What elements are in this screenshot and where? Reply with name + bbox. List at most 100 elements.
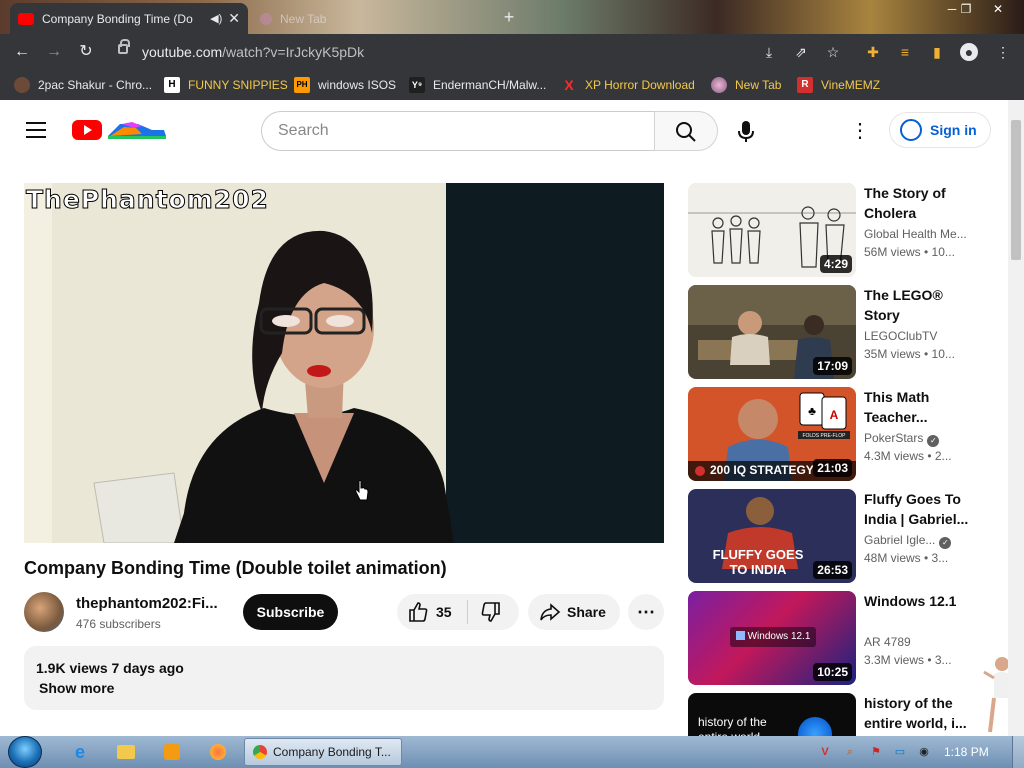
tray-v-icon[interactable]: V: [817, 744, 833, 760]
subscribe-button[interactable]: Subscribe: [243, 594, 338, 630]
start-button[interactable]: [8, 736, 42, 768]
recommendation-meta: 48M views • 3...: [864, 551, 949, 565]
scrollbar-thumb[interactable]: [1011, 120, 1021, 260]
video-title: Company Bonding Time (Double toilet anim…: [24, 558, 447, 578]
recommendation-item[interactable]: FLUFFY GOES TO INDIA 26:53 Fluffy Goes T…: [688, 489, 988, 583]
thumbs-up-icon[interactable]: [407, 601, 429, 623]
description-box[interactable]: 1.9K views 7 days ago Show more: [24, 646, 664, 710]
thumbnail-caption: history of the entire world: [698, 715, 767, 736]
recommendation-title[interactable]: Windows 12.1: [864, 591, 974, 611]
search-button[interactable]: [654, 111, 718, 151]
bookmarks-bar: 2pac Shakur - Chro... H FUNNY SNIPPIES P…: [0, 70, 1024, 100]
like-divider: [467, 600, 468, 624]
page-scrollbar[interactable]: [1008, 100, 1024, 736]
tray-volume-icon[interactable]: ◉: [916, 744, 932, 760]
show-more-link[interactable]: Show more: [39, 680, 114, 696]
recommendation-channel[interactable]: Gabriel Igle... ✓: [864, 533, 974, 549]
recommendation-channel[interactable]: Global Health Me...: [864, 227, 974, 241]
video-thumbnail[interactable]: 4:29: [688, 183, 856, 277]
media-controls-icon[interactable]: ≡: [896, 43, 914, 61]
video-thumbnail[interactable]: history of the entire world: [688, 693, 856, 736]
video-thumbnail[interactable]: FLUFFY GOES TO INDIA 26:53: [688, 489, 856, 583]
window-close-icon[interactable]: ✕: [984, 0, 1012, 18]
recommendation-item[interactable]: 4:29 The Story of Cholera Global Health …: [688, 183, 988, 277]
video-thumbnail[interactable]: ♣ A FOLDS PRE-FLOP 200 IQ STRATEGY 21:03: [688, 387, 856, 481]
close-tab-icon[interactable]: ✕: [228, 10, 240, 27]
tray-monitor-icon[interactable]: ▭: [892, 744, 908, 760]
new-tab-plus-icon[interactable]: +: [498, 6, 520, 28]
bookmark-funny-snippies[interactable]: H FUNNY SNIPPIES: [164, 76, 288, 94]
recommendation-item[interactable]: ♣ A FOLDS PRE-FLOP 200 IQ STRATEGY 21:03…: [688, 387, 988, 481]
chrome-menu-icon[interactable]: ⋮: [994, 43, 1012, 61]
profile-avatar-icon[interactable]: ●: [960, 43, 978, 61]
voice-search-button[interactable]: [728, 113, 764, 149]
recommendation-meta: 35M views • 10...: [864, 347, 955, 361]
share-page-icon[interactable]: ⇗: [792, 43, 810, 61]
sign-in-label: Sign in: [930, 122, 977, 138]
youtube-logo[interactable]: [72, 118, 168, 142]
media-player-icon[interactable]: [152, 739, 192, 765]
channel-avatar[interactable]: [24, 592, 64, 632]
restore-icon[interactable]: ❐: [952, 0, 980, 18]
tupac-icon: [14, 77, 30, 93]
video-thumbnail[interactable]: Windows 12.1 10:25: [688, 591, 856, 685]
bookmark-label: New Tab: [735, 78, 782, 92]
recommendation-channel[interactable]: LEGOClubTV: [864, 329, 974, 343]
search-input[interactable]: Search: [261, 111, 655, 151]
recommendation-meta: 3.3M views • 3...: [864, 653, 952, 667]
side-panel-icon[interactable]: ▮: [928, 43, 946, 61]
forward-arrow-icon[interactable]: →: [44, 42, 64, 62]
file-explorer-icon[interactable]: [106, 739, 146, 765]
share-arrow-icon: [540, 603, 561, 621]
recommendation-title[interactable]: The LEGO® Story: [864, 285, 974, 325]
back-arrow-icon[interactable]: ←: [12, 42, 32, 62]
taskbar-chrome-window[interactable]: Company Bonding T...: [244, 738, 402, 766]
bookmark-xp-horror[interactable]: X XP Horror Download: [561, 76, 695, 94]
hand-cursor-icon: [355, 480, 369, 501]
install-app-icon[interactable]: ⤓: [760, 43, 778, 61]
bookmark-star-icon[interactable]: ☆: [824, 43, 842, 61]
browser-tab-strip: Company Bonding Time (Do ◀) ✕ New Tab + …: [0, 0, 1024, 34]
verified-check-icon: ✓: [927, 435, 940, 447]
audio-playing-icon[interactable]: ◀): [210, 12, 222, 25]
more-actions-button[interactable]: ⋯: [628, 594, 664, 630]
recommendation-channel[interactable]: AR 4789: [864, 635, 974, 649]
bookmark-2pac[interactable]: 2pac Shakur - Chro...: [14, 76, 152, 94]
address-bar[interactable]: youtube.com/watch?v=IrJckyK5pDk: [108, 39, 858, 65]
video-player[interactable]: ThePhantom202: [24, 183, 664, 543]
x-icon: X: [564, 77, 574, 93]
youtube-page: Search ⋮ Sign in ThePhantom202 Company B…: [0, 100, 1008, 736]
channel-name[interactable]: thephantom202:Fi...: [76, 595, 218, 612]
duration-badge: 26:53: [813, 561, 852, 579]
recommendation-item[interactable]: Windows 12.1 10:25 Windows 12.1 AR 4789 …: [688, 591, 988, 685]
bookmark-vinememz[interactable]: R VineMEMZ: [797, 76, 880, 94]
sign-in-button[interactable]: Sign in: [889, 112, 991, 148]
video-thumbnail[interactable]: 17:09: [688, 285, 856, 379]
recommendation-channel[interactable]: PokerStars ✓: [864, 431, 974, 447]
tab-active[interactable]: Company Bonding Time (Do ◀) ✕: [10, 3, 248, 34]
bookmark-windows-isos[interactable]: PH windows ISOS: [294, 76, 396, 94]
recommendation-item[interactable]: history of the entire world history of t…: [688, 693, 988, 736]
duration-badge: 17:09: [813, 357, 852, 375]
recommendation-title[interactable]: history of the entire world, i...: [864, 693, 974, 733]
recommendation-item[interactable]: 17:09 The LEGO® Story LEGOClubTV 35M vie…: [688, 285, 988, 379]
internet-explorer-icon[interactable]: e: [60, 739, 100, 765]
show-desktop-button[interactable]: [1012, 736, 1024, 768]
tray-search-icon[interactable]: ⌕: [842, 744, 858, 760]
tray-flag-icon[interactable]: ⚑: [868, 744, 884, 760]
guide-menu-icon[interactable]: [26, 122, 46, 138]
taskbar-clock[interactable]: 1:18 PM: [944, 745, 989, 759]
bookmark-endermanch[interactable]: Y⁹ EndermanCH/Malw...: [409, 76, 546, 94]
tab-new-tab[interactable]: New Tab: [252, 3, 492, 34]
thumbs-down-icon[interactable]: [480, 601, 502, 623]
extensions-puzzle-icon[interactable]: ✚: [864, 43, 882, 61]
r-icon: R: [797, 77, 813, 93]
recommendation-title[interactable]: Fluffy Goes To India | Gabriel...: [864, 489, 974, 529]
recommendation-title[interactable]: This Math Teacher...: [864, 387, 974, 427]
reload-icon[interactable]: ↻: [76, 42, 96, 62]
paint-icon[interactable]: [198, 739, 238, 765]
recommendation-title[interactable]: The Story of Cholera: [864, 183, 974, 223]
recommendation-meta: 4.3M views • 2...: [864, 449, 952, 463]
settings-more-icon[interactable]: ⋮: [850, 118, 870, 144]
bookmark-new-tab[interactable]: New Tab: [711, 76, 781, 94]
